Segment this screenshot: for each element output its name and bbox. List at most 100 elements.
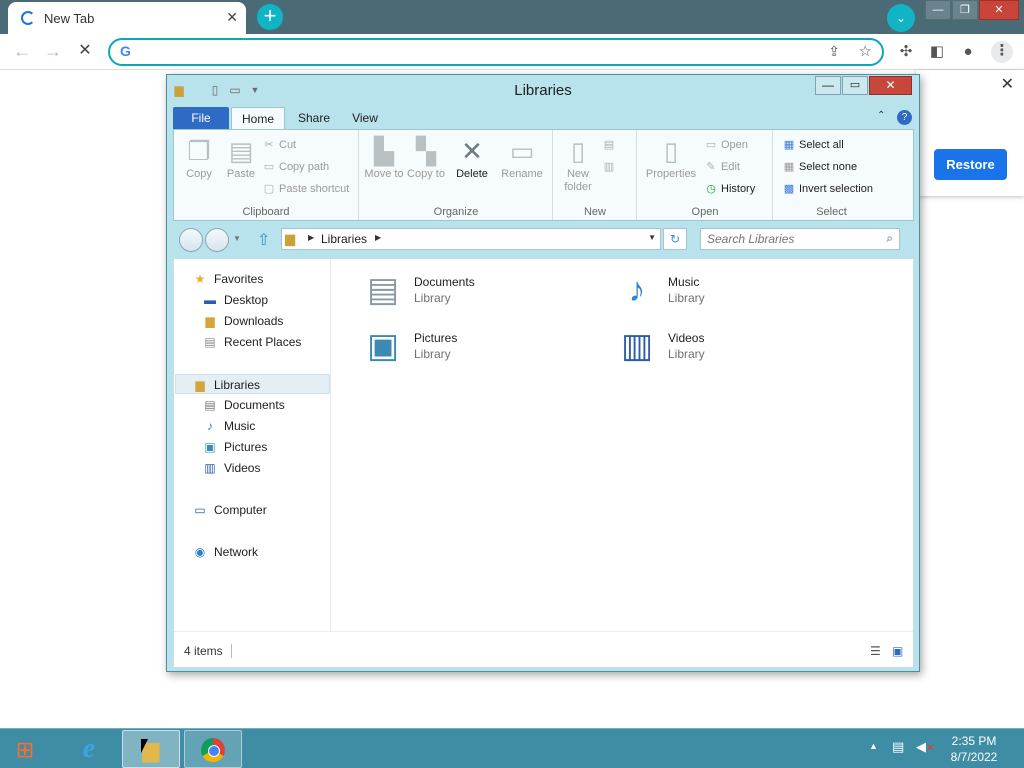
edit-button[interactable]: ✎ Edit bbox=[704, 158, 740, 176]
move-to-button[interactable]: ▙ Move to bbox=[364, 134, 404, 181]
nav-item-favorites[interactable]: ★ Favorites bbox=[192, 269, 264, 289]
paste-button[interactable]: ▤ Paste bbox=[221, 134, 261, 181]
title-bar[interactable]: ▆ ▯ ▭ ▼ Libraries — ▭ ✕ bbox=[167, 75, 919, 105]
stop-loading-button[interactable]: ✕ bbox=[75, 42, 95, 62]
close-button[interactable]: ✕ bbox=[979, 0, 1019, 20]
library-tile-videos[interactable]: ▥ Videos Library bbox=[604, 321, 834, 373]
back-button[interactable] bbox=[179, 228, 203, 252]
share-icon[interactable]: ⇪ bbox=[828, 43, 840, 60]
taskbar: ⊞ e ▆ ▲ ▤ ◀✕ 2:35 PM 8/7/2022 bbox=[0, 728, 1024, 768]
library-tile-pictures[interactable]: ▣ Pictures Library bbox=[350, 321, 580, 373]
collapse-ribbon-icon[interactable]: ⌃ bbox=[877, 110, 885, 121]
nav-label: Downloads bbox=[224, 314, 284, 328]
properties-button[interactable]: ▯ Properties bbox=[644, 134, 698, 181]
breadcrumb-libraries[interactable]: Libraries bbox=[321, 232, 367, 246]
extensions-icon[interactable]: ✣ bbox=[896, 42, 916, 62]
library-tile-music[interactable]: ♪ Music Library bbox=[604, 265, 834, 317]
documents-library-icon: ▤ bbox=[366, 271, 400, 309]
large-icons-view-icon[interactable]: ▣ bbox=[892, 644, 903, 658]
up-arrow-icon[interactable]: ⇧ bbox=[257, 230, 270, 250]
copy-button[interactable]: ❐ Copy bbox=[179, 134, 219, 181]
item-name: Music bbox=[668, 275, 700, 289]
bookmark-star-icon[interactable]: ☆ bbox=[859, 42, 872, 60]
nav-item-downloads[interactable]: ▆ Downloads bbox=[202, 311, 283, 331]
nav-item-computer[interactable]: ▭ Computer bbox=[192, 500, 266, 520]
forward-button[interactable] bbox=[205, 228, 229, 252]
open-label: Open bbox=[721, 139, 748, 151]
chevron-down-icon[interactable]: ▼ bbox=[648, 233, 656, 242]
chevron-right-icon[interactable]: ▶ bbox=[308, 233, 314, 242]
nav-item-network[interactable]: ◉ Network bbox=[192, 542, 258, 562]
recent-locations-dropdown[interactable]: ▼ bbox=[233, 234, 241, 243]
computer-icon: ▭ bbox=[194, 503, 206, 517]
restore-button[interactable]: Restore bbox=[934, 149, 1007, 180]
nav-item-libraries[interactable]: ▆ Libraries bbox=[175, 374, 330, 394]
help-icon[interactable]: ? bbox=[897, 110, 912, 125]
window-title: Libraries bbox=[514, 82, 572, 99]
rename-button[interactable]: ▭ Rename bbox=[498, 134, 546, 181]
nav-item-recent-places[interactable]: ▤ Recent Places bbox=[202, 332, 301, 352]
path-breadcrumb[interactable]: ▆ ▶ Libraries ▶ ▼ bbox=[281, 228, 661, 250]
maximize-button[interactable]: ▭ bbox=[842, 76, 868, 95]
nav-label: Pictures bbox=[224, 440, 268, 454]
item-name: Pictures bbox=[414, 331, 458, 345]
tab-file[interactable]: File bbox=[173, 107, 229, 129]
copy-to-button[interactable]: ▚ Copy to bbox=[406, 134, 446, 181]
show-hidden-icons[interactable]: ▲ bbox=[869, 741, 878, 751]
nav-label: Music bbox=[224, 419, 256, 433]
delete-button[interactable]: ✕ Delete bbox=[452, 134, 492, 181]
internet-explorer-icon[interactable]: e bbox=[60, 730, 118, 768]
tab-share[interactable]: Share bbox=[289, 107, 339, 129]
library-tile-documents[interactable]: ▤ Documents Library bbox=[350, 265, 580, 317]
close-button[interactable]: ✕ bbox=[869, 76, 912, 95]
profile-icon[interactable]: ● bbox=[958, 42, 978, 62]
chrome-icon[interactable] bbox=[184, 730, 242, 768]
more-menu-icon[interactable]: ⋮ bbox=[991, 41, 1013, 63]
nav-item-documents[interactable]: ▤ Documents bbox=[202, 395, 284, 415]
select-none-button[interactable]: ▦ Select none bbox=[782, 158, 857, 176]
tab-search-button[interactable]: ⌄ bbox=[887, 4, 915, 32]
open-group: ▯ Properties ▭ Open ✎ Edit ◷ History Open bbox=[638, 130, 773, 220]
item-count: 4 items bbox=[184, 644, 232, 658]
easy-access-button[interactable]: ▥ bbox=[602, 158, 619, 176]
new-folder-button[interactable]: ▯ New folder bbox=[558, 134, 598, 194]
edit-icon: ✎ bbox=[706, 161, 716, 173]
open-button[interactable]: ▭ Open bbox=[704, 136, 748, 154]
paste-shortcut-button[interactable]: ▢ Paste shortcut bbox=[262, 180, 350, 198]
tab-close-icon[interactable]: ✕ bbox=[226, 9, 238, 26]
history-button[interactable]: ◷ History bbox=[704, 180, 755, 198]
search-icon[interactable]: ⌕ bbox=[886, 231, 893, 246]
history-label: History bbox=[721, 183, 756, 195]
copy-path-button[interactable]: ▭ Copy path bbox=[262, 158, 329, 176]
tab-new-tab[interactable]: New Tab ✕ bbox=[8, 2, 246, 34]
close-icon[interactable]: ✕ bbox=[1001, 74, 1014, 94]
minimize-button[interactable]: — bbox=[925, 0, 951, 20]
minimize-button[interactable]: — bbox=[815, 76, 841, 95]
nav-item-desktop[interactable]: ▬ Desktop bbox=[202, 290, 268, 310]
search-box[interactable]: ⌕ bbox=[700, 228, 900, 250]
new-tab-button[interactable]: + bbox=[257, 4, 283, 30]
network-tray-icon[interactable]: ▤ bbox=[892, 739, 904, 755]
forward-button[interactable]: → bbox=[43, 42, 63, 62]
start-button[interactable]: ⊞ bbox=[10, 735, 40, 765]
invert-selection-button[interactable]: ▩ Invert selection bbox=[782, 180, 873, 198]
search-input[interactable] bbox=[701, 229, 873, 249]
chevron-right-icon[interactable]: ▶ bbox=[375, 233, 381, 242]
address-bar[interactable]: G ⇪ ☆ bbox=[108, 38, 884, 66]
nav-item-music[interactable]: ♪ Music bbox=[202, 416, 255, 436]
new-item-button[interactable]: ▤ bbox=[602, 136, 619, 154]
clock[interactable]: 2:35 PM 8/7/2022 bbox=[944, 733, 1004, 765]
nav-item-videos[interactable]: ▥ Videos bbox=[202, 458, 260, 478]
back-button[interactable]: ← bbox=[12, 42, 32, 62]
maximize-button[interactable]: ❐ bbox=[952, 0, 978, 20]
file-explorer-icon[interactable]: ▆ bbox=[122, 730, 180, 768]
tab-view[interactable]: View bbox=[343, 107, 387, 129]
refresh-button[interactable]: ↻ bbox=[663, 228, 687, 250]
cut-button[interactable]: ✂ Cut bbox=[262, 136, 296, 154]
nav-item-pictures[interactable]: ▣ Pictures bbox=[202, 437, 267, 457]
volume-muted-icon[interactable]: ◀✕ bbox=[916, 739, 934, 755]
side-panel-icon[interactable]: ◧ bbox=[927, 42, 947, 62]
details-view-icon[interactable]: ☰ bbox=[870, 644, 881, 658]
tab-home[interactable]: Home bbox=[231, 107, 285, 129]
select-all-button[interactable]: ▦ Select all bbox=[782, 136, 844, 154]
